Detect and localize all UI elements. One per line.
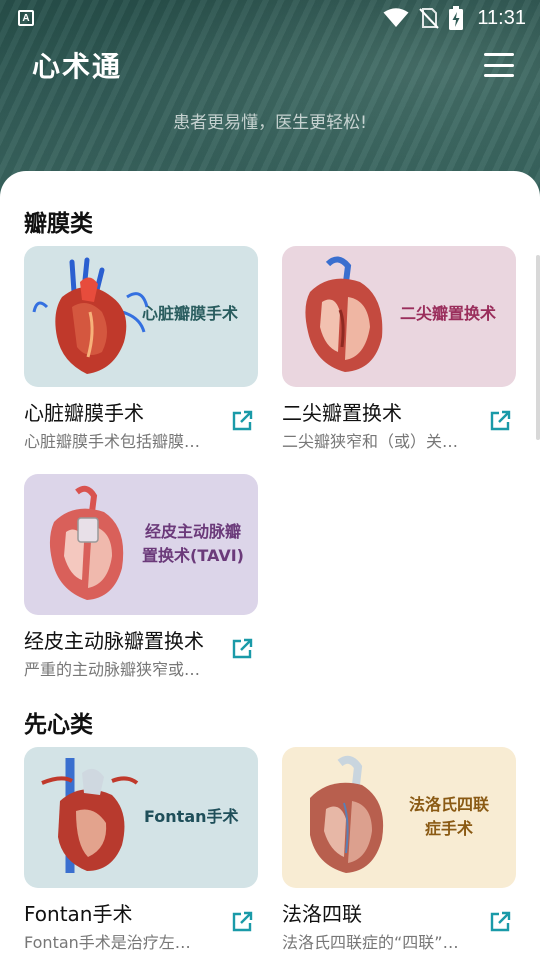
card-image[interactable]: 法洛氏四联 症手术 — [282, 747, 516, 888]
card-description: 二尖瓣狭窄和（或）关… — [282, 432, 459, 451]
status-time: 11:31 — [477, 6, 526, 29]
card-tavi[interactable]: 经皮主动脉瓣 置换术(TAVI) 经皮主动脉瓣置换术 严重的主动脉瓣狭窄或… — [24, 474, 258, 679]
wifi-icon — [383, 8, 409, 27]
card-title: Fontan手术 — [24, 902, 133, 926]
status-bar: A 11:31 — [0, 0, 540, 36]
card-tetralogy-of-fallot[interactable]: 法洛氏四联 症手术 法洛四联 法洛氏四联症的“四联”… — [282, 747, 516, 952]
card-image-label: 二尖瓣置换术 — [400, 304, 497, 323]
heart-fontan-icon — [41, 758, 139, 873]
card-image-label: Fontan手术 — [144, 807, 239, 826]
heart-tetralogy-icon — [310, 755, 384, 873]
card-description: 严重的主动脉瓣狭窄或… — [24, 660, 201, 679]
content-panel[interactable]: 瓣膜类 心脏瓣膜手术 心脏瓣膜手术 心脏瓣膜手术包括瓣膜… 二尖瓣置换术 二尖瓣… — [0, 171, 540, 960]
slogan: 患者更易懂，医生更轻松! — [173, 113, 367, 133]
card-image-label: 经皮主动脉瓣 置换术(TAVI) — [142, 522, 244, 565]
card-image[interactable]: 二尖瓣置换术 — [282, 246, 516, 387]
heart-cross-section-icon — [305, 256, 383, 372]
card-description: 法洛氏四联症的“四联”… — [282, 933, 459, 952]
section-title-valve: 瓣膜类 — [24, 211, 93, 237]
card-heart-valve-surgery[interactable]: 心脏瓣膜手术 心脏瓣膜手术 心脏瓣膜手术包括瓣膜… — [24, 246, 258, 451]
card-image-label: 法洛氏四联 症手术 — [408, 795, 489, 838]
external-link-icon[interactable] — [488, 910, 512, 934]
card-description: Fontan手术是治疗左… — [24, 933, 191, 952]
card-title: 心脏瓣膜手术 — [24, 401, 144, 425]
card-image[interactable]: 心脏瓣膜手术 — [24, 246, 258, 387]
external-link-icon[interactable] — [488, 409, 512, 433]
scroll-indicator[interactable] — [536, 255, 540, 440]
external-link-icon[interactable] — [230, 409, 254, 433]
card-title: 经皮主动脉瓣置换术 — [24, 629, 204, 653]
card-fontan-surgery[interactable]: Fontan手术 Fontan手术 Fontan手术是治疗左… — [24, 747, 258, 952]
section-title-congenital: 先心类 — [24, 712, 93, 738]
card-image[interactable]: 经皮主动脉瓣 置换术(TAVI) — [24, 474, 258, 615]
card-image-label: 心脏瓣膜手术 — [142, 304, 239, 323]
battery-charging-icon — [449, 6, 464, 30]
card-mitral-valve-replacement[interactable]: 二尖瓣置换术 二尖瓣置换术 二尖瓣狭窄和（或）关… — [282, 246, 516, 451]
title-bar: 心术通 — [0, 40, 540, 90]
app-title: 心术通 — [32, 50, 123, 83]
card-description: 心脏瓣膜手术包括瓣膜… — [24, 432, 201, 451]
heart-illustration-icon — [32, 257, 149, 374]
card-title: 法洛四联 — [282, 902, 362, 926]
hamburger-menu-icon[interactable] — [484, 53, 514, 77]
app-notification-icon: A — [18, 10, 34, 26]
external-link-icon[interactable] — [230, 910, 254, 934]
card-image[interactable]: Fontan手术 — [24, 747, 258, 888]
card-title: 二尖瓣置换术 — [282, 401, 402, 425]
heart-valve-implant-icon — [49, 485, 124, 600]
no-sim-icon — [419, 8, 440, 29]
external-link-icon[interactable] — [230, 637, 254, 661]
